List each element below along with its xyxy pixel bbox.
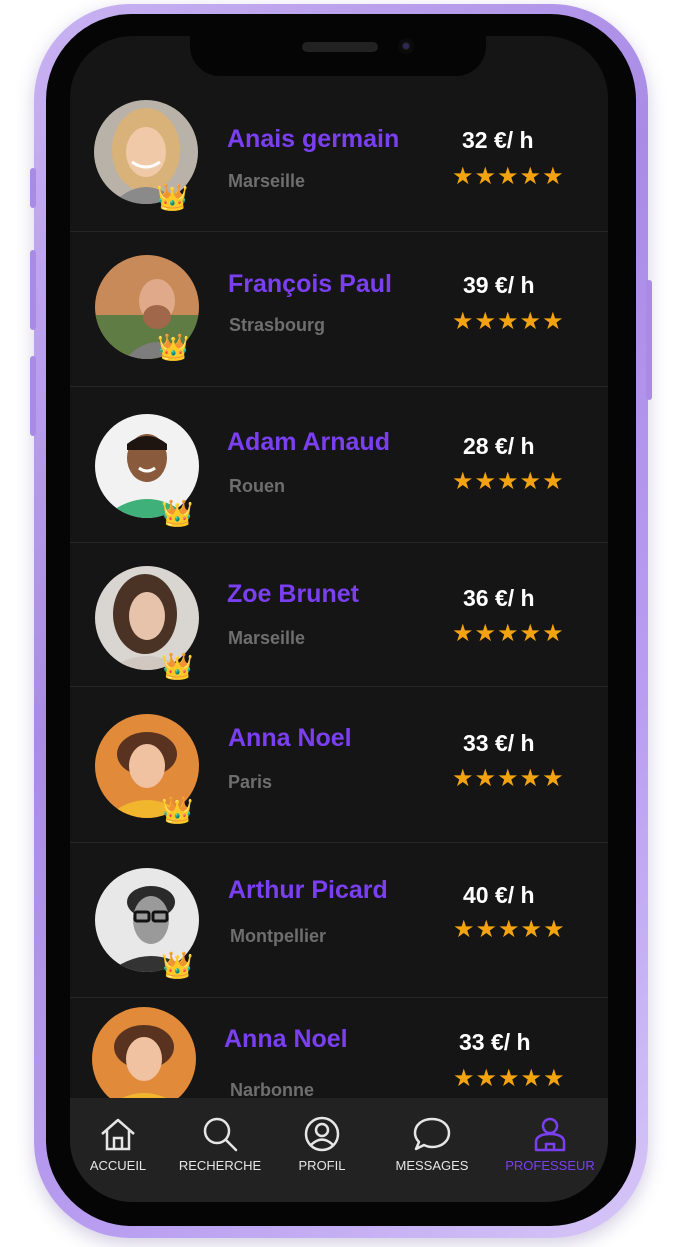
- teacher-price: 33 €/ h: [459, 1029, 531, 1055]
- teacher-city: Strasbourg: [229, 315, 326, 335]
- teacher-name[interactable]: François Paul: [228, 270, 392, 299]
- premium-crown-icon: 👑: [161, 498, 194, 528]
- teacher-price: 32 €/ h: [462, 127, 534, 153]
- teacher-city: Marseille: [228, 171, 306, 191]
- teacher-name[interactable]: Anna Noel: [224, 1025, 348, 1054]
- premium-crown-icon: 👑: [161, 795, 194, 825]
- teacher-price: 28 €/ h: [463, 433, 535, 459]
- teacher-price: 39 €/ h: [463, 272, 535, 298]
- teacher-city: Marseille: [228, 628, 306, 648]
- teacher-icon: [534, 1117, 566, 1152]
- speaker-grille: [302, 42, 378, 52]
- teacher-price: 40 €/ h: [463, 882, 535, 908]
- premium-crown-icon: 👑: [157, 332, 190, 362]
- teacher-city: Montpellier: [230, 926, 327, 946]
- teacher-row[interactable]: 👑 Zoe Brunet Marseille 36 €/ h ★★★★★: [70, 542, 608, 687]
- teacher-name[interactable]: Arthur Picard: [228, 876, 388, 905]
- tab-label: PROFIL: [298, 1158, 346, 1173]
- premium-crown-icon: 👑: [161, 651, 194, 681]
- profile-icon: [304, 1116, 340, 1152]
- premium-crown-icon: 👑: [161, 950, 194, 980]
- teacher-name[interactable]: Zoe Brunet: [227, 580, 359, 609]
- phone-volume-up: [30, 250, 36, 330]
- teacher-row[interactable]: 👑 François Paul Strasbourg 39 €/ h ★★★★★: [70, 231, 608, 387]
- tab-label: MESSAGES: [395, 1158, 469, 1173]
- rating-stars: ★★★★★: [452, 308, 565, 335]
- tab-label: PROFESSEUR: [505, 1158, 595, 1173]
- teacher-row[interactable]: 👑 Arthur Picard Montpellier 40 €/ h ★★★★…: [70, 842, 608, 998]
- teacher-price: 36 €/ h: [463, 585, 535, 611]
- teacher-name[interactable]: Anais germain: [227, 125, 399, 154]
- rating-stars: ★★★★★: [452, 620, 565, 647]
- rating-stars: ★★★★★: [452, 765, 565, 792]
- teacher-name[interactable]: Anna Noel: [228, 724, 352, 753]
- message-icon: [413, 1117, 451, 1151]
- tab-label: RECHERCHE: [178, 1158, 262, 1173]
- front-camera: [398, 38, 414, 54]
- app-screen: 👑 Anais germain Marseille 32 €/ h ★★★★★ …: [70, 36, 608, 1202]
- tab-recherche[interactable]: RECHERCHE: [166, 1112, 274, 1192]
- phone-mute-switch: [30, 168, 36, 208]
- rating-stars: ★★★★★: [453, 916, 566, 943]
- tab-professeur[interactable]: PROFESSEUR: [496, 1112, 604, 1192]
- rating-stars: ★★★★★: [452, 163, 565, 190]
- bottom-tab-bar: ACCUEIL RECHERCHE PROFIL MESSAGES PROFES…: [70, 1098, 608, 1202]
- avatar: [92, 1007, 196, 1111]
- teacher-name[interactable]: Adam Arnaud: [227, 428, 390, 457]
- teacher-row[interactable]: 👑 Adam Arnaud Rouen 28 €/ h ★★★★★: [70, 386, 608, 543]
- teacher-row[interactable]: 👑 Anais germain Marseille 32 €/ h ★★★★★: [70, 76, 608, 232]
- rating-stars: ★★★★★: [452, 468, 565, 495]
- teacher-row[interactable]: 👑 Anna Noel Paris 33 €/ h ★★★★★: [70, 686, 608, 843]
- home-icon: [101, 1118, 135, 1151]
- rating-stars: ★★★★★: [453, 1065, 566, 1092]
- phone-volume-down: [30, 356, 36, 436]
- teacher-city: Rouen: [229, 476, 285, 496]
- tab-label: ACCUEIL: [89, 1158, 147, 1173]
- teacher-city: Paris: [228, 772, 273, 792]
- tab-profil[interactable]: PROFIL: [268, 1112, 376, 1192]
- phone-notch: [190, 18, 486, 76]
- tab-messages[interactable]: MESSAGES: [378, 1112, 486, 1192]
- tab-accueil[interactable]: ACCUEIL: [70, 1112, 172, 1192]
- teacher-price: 33 €/ h: [463, 730, 535, 756]
- phone-power-button: [646, 280, 652, 400]
- search-icon: [203, 1117, 238, 1152]
- premium-crown-icon: 👑: [156, 182, 189, 212]
